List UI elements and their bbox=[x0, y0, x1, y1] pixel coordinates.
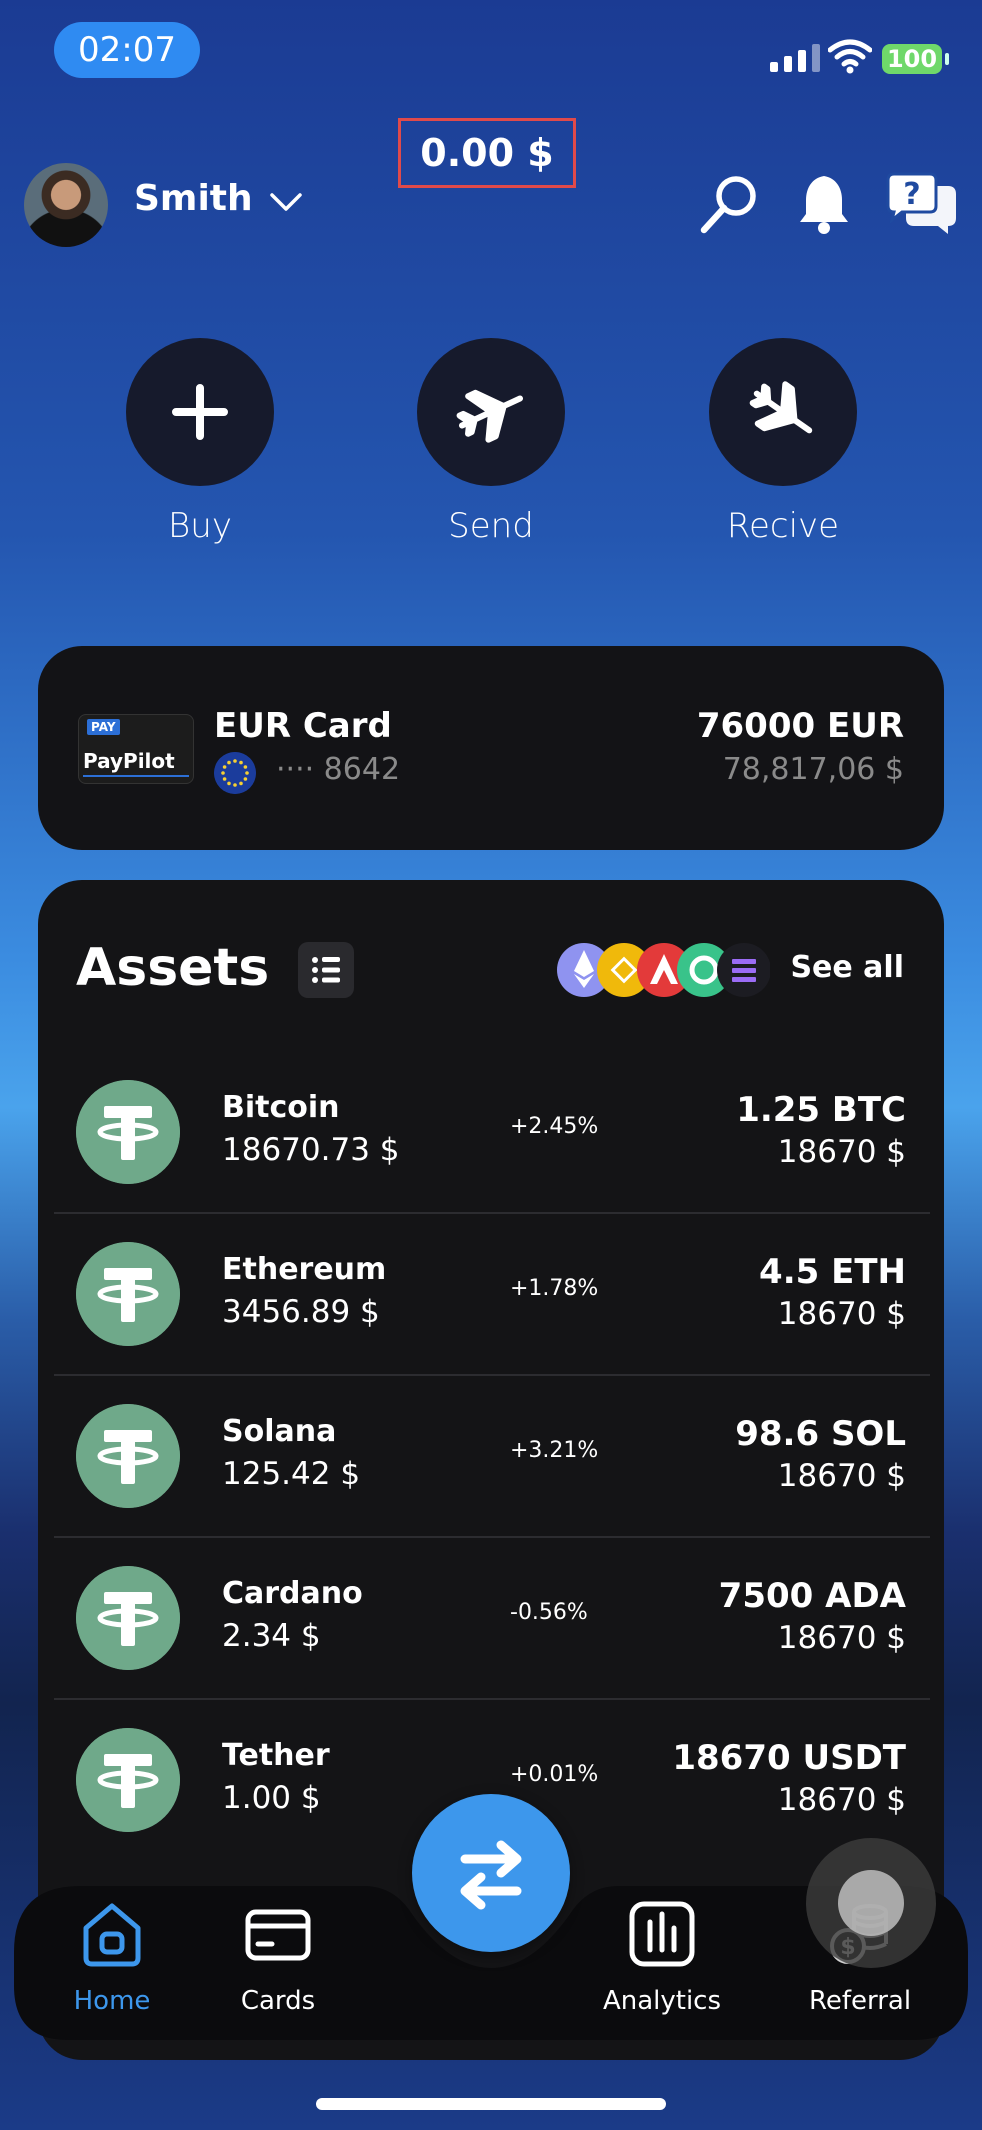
battery-indicator: 100 bbox=[882, 44, 949, 74]
asset-row-ethereum[interactable]: Ethereum 3456.89 $ +1.78% 4.5 ETH 18670 … bbox=[54, 1214, 930, 1376]
assets-title: Assets bbox=[76, 938, 270, 998]
asset-name: Tether bbox=[222, 1738, 330, 1773]
chevron-down-icon[interactable] bbox=[268, 190, 304, 214]
eu-flag-icon bbox=[214, 752, 256, 794]
receive-button[interactable]: Recive bbox=[709, 338, 857, 546]
asset-value: 18670 $ bbox=[777, 1296, 906, 1332]
assistive-touch-button[interactable] bbox=[806, 1838, 936, 1968]
list-icon[interactable] bbox=[298, 942, 354, 998]
tether-icon bbox=[76, 1566, 180, 1670]
asset-change: -0.56% bbox=[510, 1600, 588, 1625]
asset-change: +0.01% bbox=[510, 1762, 599, 1787]
swap-arrows-icon bbox=[460, 1840, 522, 1910]
buy-label: Buy bbox=[168, 506, 232, 546]
coin-stack-icon[interactable] bbox=[556, 942, 770, 998]
asset-quantity: 4.5 ETH bbox=[759, 1252, 906, 1292]
asset-price: 18670.73 $ bbox=[222, 1132, 400, 1168]
avatar[interactable] bbox=[24, 163, 108, 247]
send-button[interactable]: Send bbox=[417, 338, 565, 546]
tether-icon bbox=[76, 1242, 180, 1346]
paypilot-logo: PAY PayPilot bbox=[78, 714, 194, 784]
svg-text:?: ? bbox=[903, 177, 920, 212]
asset-row-cardano[interactable]: Cardano 2.34 $ -0.56% 7500 ADA 18670 $ bbox=[54, 1538, 930, 1700]
nav-analytics[interactable]: Analytics bbox=[592, 1900, 732, 2016]
home-icon bbox=[83, 1903, 141, 1967]
see-all-link[interactable]: See all bbox=[790, 950, 904, 985]
wifi-icon bbox=[828, 39, 872, 74]
analytics-icon bbox=[629, 1901, 695, 1967]
asset-change: +2.45% bbox=[510, 1114, 599, 1139]
asset-name: Cardano bbox=[222, 1576, 363, 1611]
asset-quantity: 98.6 SOL bbox=[735, 1414, 906, 1454]
cellular-signal-icon bbox=[770, 44, 820, 72]
asset-value: 18670 $ bbox=[777, 1620, 906, 1656]
nav-referral-label: Referral bbox=[808, 1986, 912, 2016]
asset-price: 125.42 $ bbox=[222, 1456, 361, 1492]
asset-value: 18670 $ bbox=[777, 1782, 906, 1818]
home-indicator[interactable] bbox=[316, 2098, 666, 2110]
asset-change: +1.78% bbox=[510, 1276, 599, 1301]
nav-cards[interactable]: Cards bbox=[208, 1900, 348, 2016]
account-name[interactable]: Smith bbox=[134, 178, 253, 219]
card-icon bbox=[245, 1909, 311, 1961]
asset-name: Solana bbox=[222, 1414, 337, 1449]
asset-row-bitcoin[interactable]: Bitcoin 18670.73 $ +2.45% 1.25 BTC 18670… bbox=[54, 1052, 930, 1214]
tether-icon bbox=[76, 1404, 180, 1508]
nav-cards-label: Cards bbox=[240, 1986, 316, 2016]
nav-analytics-label: Analytics bbox=[602, 1986, 722, 2016]
total-balance: 0.00 $ bbox=[398, 118, 576, 188]
card-title: EUR Card bbox=[214, 706, 392, 746]
plane-landing-icon bbox=[749, 381, 813, 434]
card-balance-usd: 78,817,06 $ bbox=[722, 752, 904, 787]
card-balance: 76000 EUR bbox=[696, 706, 904, 746]
asset-quantity: 18670 USDT bbox=[672, 1738, 906, 1778]
plane-takeoff-icon bbox=[456, 389, 524, 443]
asset-change: +3.21% bbox=[510, 1438, 599, 1463]
buy-button[interactable]: Buy bbox=[126, 338, 274, 546]
swap-button[interactable] bbox=[412, 1794, 570, 1952]
asset-price: 3456.89 $ bbox=[222, 1294, 380, 1330]
receive-label: Recive bbox=[726, 506, 840, 546]
search-icon[interactable] bbox=[698, 172, 762, 236]
bell-icon[interactable] bbox=[792, 172, 856, 236]
status-time: 02:07 bbox=[54, 22, 200, 78]
plus-icon bbox=[172, 384, 228, 440]
asset-name: Bitcoin bbox=[222, 1090, 340, 1125]
asset-quantity: 1.25 BTC bbox=[736, 1090, 906, 1130]
asset-name: Ethereum bbox=[222, 1252, 387, 1287]
tether-icon bbox=[76, 1080, 180, 1184]
asset-row-solana[interactable]: Solana 125.42 $ +3.21% 98.6 SOL 18670 $ bbox=[54, 1376, 930, 1538]
card-number: ···· 8642 bbox=[276, 752, 401, 787]
asset-price: 1.00 $ bbox=[222, 1780, 321, 1816]
send-label: Send bbox=[448, 506, 534, 546]
asset-value: 18670 $ bbox=[777, 1134, 906, 1170]
nav-home-label: Home bbox=[73, 1986, 151, 2016]
tether-icon bbox=[76, 1728, 180, 1832]
asset-price: 2.34 $ bbox=[222, 1618, 321, 1654]
asset-value: 18670 $ bbox=[777, 1458, 906, 1494]
nav-home[interactable]: Home bbox=[42, 1900, 182, 2016]
help-chat-icon[interactable]: ? bbox=[884, 172, 958, 236]
asset-quantity: 7500 ADA bbox=[718, 1576, 906, 1616]
